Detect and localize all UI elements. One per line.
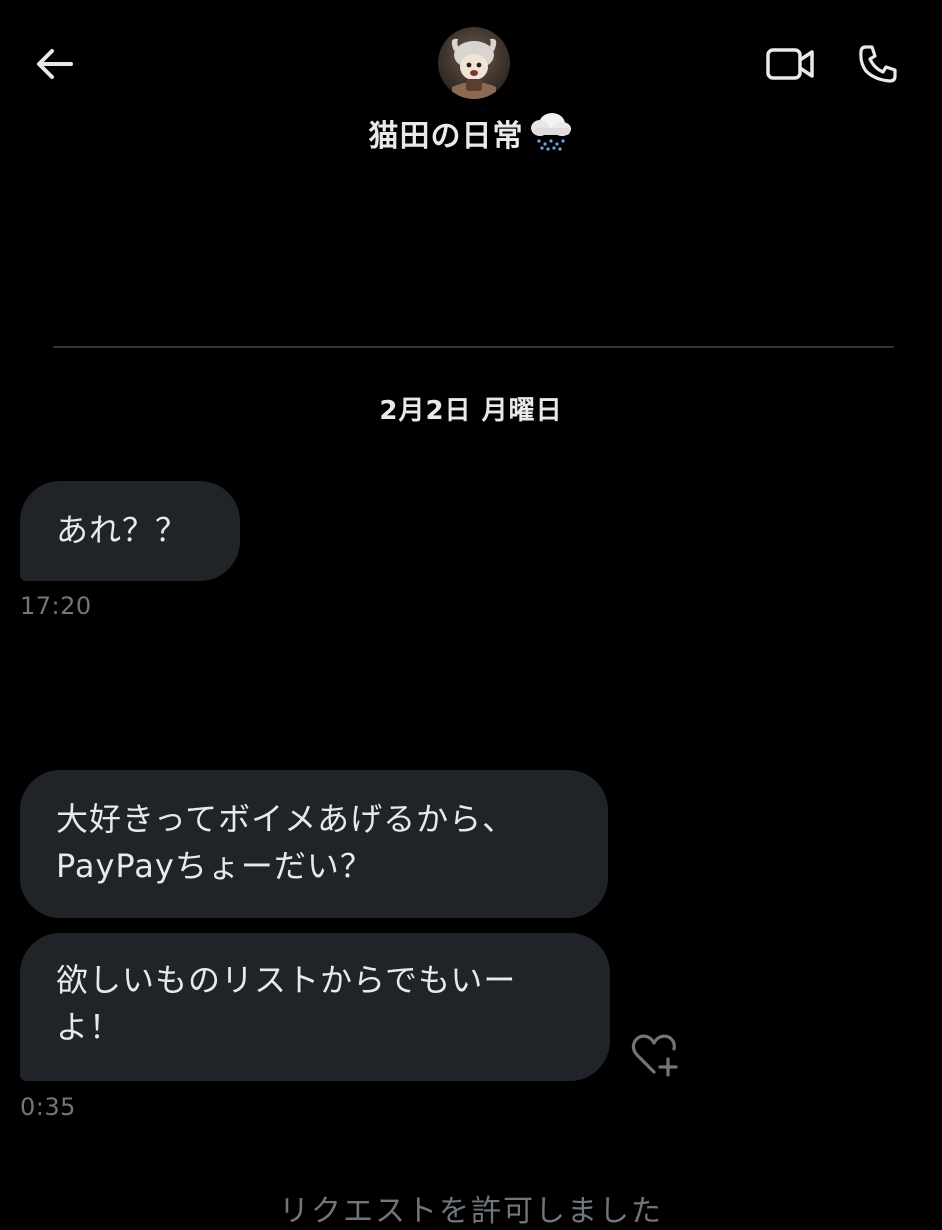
message-timestamp: 0:35 <box>20 1093 76 1121</box>
message-text: PayPayちょーだい？ <box>56 847 373 885</box>
heart-plus-icon <box>631 1034 678 1077</box>
message-bubble[interactable]: あれ？？ <box>20 481 240 581</box>
message-text: よ！ <box>56 1008 123 1046</box>
arrow-left-icon <box>37 49 73 79</box>
conversation-title[interactable]: 猫田の日常 <box>0 108 942 160</box>
date-separator: 2月2日 月曜日 <box>379 396 563 426</box>
cloud-snow-emoji-icon <box>528 108 574 160</box>
system-notice: リクエストを許可しました <box>279 1194 663 1229</box>
add-reaction-button[interactable] <box>628 1030 684 1080</box>
message-text: 欲しいものリストからでもいー <box>56 961 517 999</box>
avatar[interactable] <box>438 27 510 99</box>
conversation-title-text: 猫田の日常 <box>368 119 524 154</box>
message-text: あれ？？ <box>56 511 189 549</box>
message-bubble[interactable]: 欲しいものリストからでもいー よ！ <box>20 933 610 1081</box>
header-divider <box>53 346 894 348</box>
message-bubble[interactable]: 大好きってボイメあげるから、 PayPayちょーだい？ <box>20 770 608 918</box>
video-camera-icon <box>766 48 814 80</box>
message-text: 大好きってボイメあげるから、 <box>56 800 516 838</box>
voice-call-button[interactable] <box>850 36 906 92</box>
back-button[interactable] <box>26 36 82 92</box>
video-call-button[interactable] <box>760 36 820 92</box>
phone-icon <box>859 45 897 83</box>
message-timestamp: 17:20 <box>20 592 92 620</box>
avatar-image <box>438 27 510 99</box>
